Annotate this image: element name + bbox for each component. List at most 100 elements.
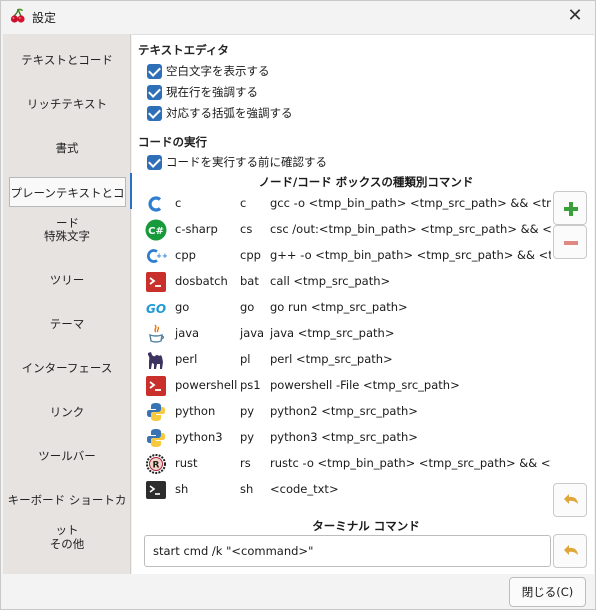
row-name: java bbox=[175, 326, 200, 340]
text-editor-section-title: テキストエディタ bbox=[138, 43, 229, 57]
row-ext: c bbox=[240, 196, 247, 210]
close-window-icon[interactable]: ✕ bbox=[563, 4, 587, 28]
checkbox-checked-icon[interactable] bbox=[147, 154, 162, 170]
row-ext: sh bbox=[240, 482, 254, 496]
table-row[interactable]: c c gcc -o <tmp_bin_path> <tmp_src_path>… bbox=[141, 191, 551, 217]
row-ext: bat bbox=[240, 274, 259, 288]
undo-arrow-icon bbox=[564, 545, 578, 555]
go-icon: GO bbox=[146, 302, 166, 316]
row-name: powershell bbox=[175, 378, 238, 392]
commands-table: c c gcc -o <tmp_bin_path> <tmp_src_path>… bbox=[141, 190, 551, 505]
row-command: python3 <tmp_src_path> bbox=[270, 430, 418, 444]
row-name: sh bbox=[175, 482, 189, 496]
table-row[interactable]: C# c-sharp cs csc /out:<tmp_bin_path> <t… bbox=[141, 217, 551, 243]
option-label: 空白文字を表示する bbox=[166, 64, 270, 78]
table-row[interactable]: GO go go go run <tmp_src_path> bbox=[141, 295, 551, 321]
row-ext: cpp bbox=[240, 248, 261, 262]
option-highlight-brackets[interactable]: 対応する括弧を強調する bbox=[147, 104, 293, 122]
row-name: cpp bbox=[175, 248, 196, 262]
remove-command-button[interactable] bbox=[553, 225, 587, 259]
reset-commands-button[interactable] bbox=[553, 483, 587, 517]
row-name: rust bbox=[175, 456, 198, 470]
close-button[interactable]: 閉じる(C) bbox=[509, 577, 586, 607]
table-row[interactable]: python3 py python3 <tmp_src_path> bbox=[141, 425, 551, 451]
row-name: c-sharp bbox=[175, 222, 218, 236]
table-row[interactable]: java java java <tmp_src_path> bbox=[141, 321, 551, 347]
cpp-icon: ++ bbox=[147, 249, 167, 263]
c-icon bbox=[148, 196, 162, 212]
window-title: 設定 bbox=[32, 11, 57, 25]
row-name: perl bbox=[175, 352, 198, 366]
sidebar-item-rich-text[interactable]: リッチテキスト bbox=[3, 89, 131, 119]
table-row[interactable]: dosbatch bat call <tmp_src_path> bbox=[141, 269, 551, 295]
cherry-app-icon bbox=[10, 8, 25, 23]
plus-icon bbox=[564, 202, 578, 216]
row-command: go run <tmp_src_path> bbox=[270, 300, 408, 314]
row-command: <code_txt> bbox=[270, 482, 339, 496]
sidebar-item-format[interactable]: 書式 bbox=[3, 133, 131, 163]
svg-text:C#: C# bbox=[148, 226, 164, 237]
row-ext: pl bbox=[240, 352, 251, 366]
sidebar-item-text-and-code[interactable]: テキストとコード bbox=[3, 45, 131, 75]
settings-sidebar: テキストとコード リッチテキスト 書式 プレーンテキストとコード 特殊文字 ツリ… bbox=[3, 34, 133, 574]
row-command: csc /out:<tmp_bin_path> <tmp_src_path> &… bbox=[270, 222, 551, 236]
option-confirm-before-exec[interactable]: コードを実行する前に確認する bbox=[147, 153, 327, 171]
option-highlight-current-line[interactable]: 現在行を強調する bbox=[147, 83, 258, 101]
row-command: python2 <tmp_src_path> bbox=[270, 404, 418, 418]
row-command: powershell -File <tmp_src_path> bbox=[270, 378, 460, 392]
row-name: go bbox=[175, 300, 190, 314]
sidebar-item-tree[interactable]: ツリー bbox=[3, 265, 131, 295]
table-row[interactable]: perl pl perl <tmp_src_path> bbox=[141, 347, 551, 373]
row-command: java <tmp_src_path> bbox=[270, 326, 395, 340]
sidebar-item-keyboard-shortcuts[interactable]: キーボード ショートカット bbox=[3, 485, 131, 537]
option-show-whitespace[interactable]: 空白文字を表示する bbox=[147, 62, 270, 80]
add-command-button[interactable] bbox=[553, 191, 587, 225]
reset-terminal-button[interactable] bbox=[553, 534, 587, 568]
table-row[interactable]: sh sh <code_txt> bbox=[141, 477, 551, 503]
row-name: dosbatch bbox=[175, 274, 228, 288]
java-icon bbox=[149, 324, 165, 343]
svg-text:GO: GO bbox=[146, 302, 166, 316]
table-row[interactable]: powershell ps1 powershell -File <tmp_src… bbox=[141, 373, 551, 399]
sidebar-item-misc[interactable]: その他 bbox=[3, 529, 131, 559]
sidebar-item-toolbar[interactable]: ツールバー bbox=[3, 441, 131, 471]
row-command: gcc -o <tmp_bin_path> <tmp_src_path> && … bbox=[270, 196, 551, 210]
rust-icon: R bbox=[146, 454, 166, 474]
svg-text:++: ++ bbox=[156, 252, 167, 260]
python-icon bbox=[147, 429, 165, 447]
option-label: 対応する括弧を強調する bbox=[166, 106, 293, 120]
svg-text:R: R bbox=[153, 461, 160, 471]
minus-icon bbox=[564, 241, 578, 245]
option-label: コードを実行する前に確認する bbox=[166, 155, 327, 169]
checkbox-checked-icon[interactable] bbox=[147, 84, 162, 100]
python-icon bbox=[147, 403, 165, 421]
csharp-icon: C# bbox=[145, 219, 167, 241]
sidebar-item-special-chars[interactable]: 特殊文字 bbox=[3, 221, 131, 251]
sidebar-item-theme[interactable]: テーマ bbox=[3, 309, 131, 339]
row-command: call <tmp_src_path> bbox=[270, 274, 391, 288]
row-name: python bbox=[175, 404, 216, 418]
row-ext: ps1 bbox=[240, 378, 261, 392]
commands-table-title: ノード/コード ボックスの種類別コマンド bbox=[258, 175, 474, 189]
row-ext: rs bbox=[240, 456, 251, 470]
row-command: g++ -o <tmp_bin_path> <tmp_src_path> && … bbox=[270, 248, 551, 262]
row-name: python3 bbox=[175, 430, 223, 444]
row-ext: go bbox=[240, 300, 255, 314]
sidebar-item-interface[interactable]: インターフェース bbox=[3, 353, 131, 383]
dosbatch-icon bbox=[146, 272, 166, 292]
sidebar-item-link[interactable]: リンク bbox=[3, 397, 131, 427]
checkbox-checked-icon[interactable] bbox=[147, 105, 162, 121]
checkbox-checked-icon[interactable] bbox=[147, 63, 162, 79]
table-row[interactable]: ++ cpp cpp g++ -o <tmp_bin_path> <tmp_sr… bbox=[141, 243, 551, 269]
terminal-icon bbox=[146, 481, 166, 499]
perl-icon bbox=[148, 352, 163, 369]
row-ext: py bbox=[240, 404, 255, 418]
code-exec-section-title: コードの実行 bbox=[138, 135, 207, 149]
row-ext: py bbox=[240, 430, 255, 444]
undo-arrow-icon bbox=[564, 494, 578, 504]
table-row[interactable]: R rust rs rustc -o <tmp_bin_path> <tmp_s… bbox=[141, 451, 551, 477]
terminal-command-input[interactable]: start cmd /k "<command>" bbox=[144, 535, 551, 567]
sidebar-item-plain-text-and-code[interactable]: プレーンテキストとコード bbox=[9, 173, 133, 230]
row-ext: cs bbox=[240, 222, 253, 236]
table-row[interactable]: python py python2 <tmp_src_path> bbox=[141, 399, 551, 425]
